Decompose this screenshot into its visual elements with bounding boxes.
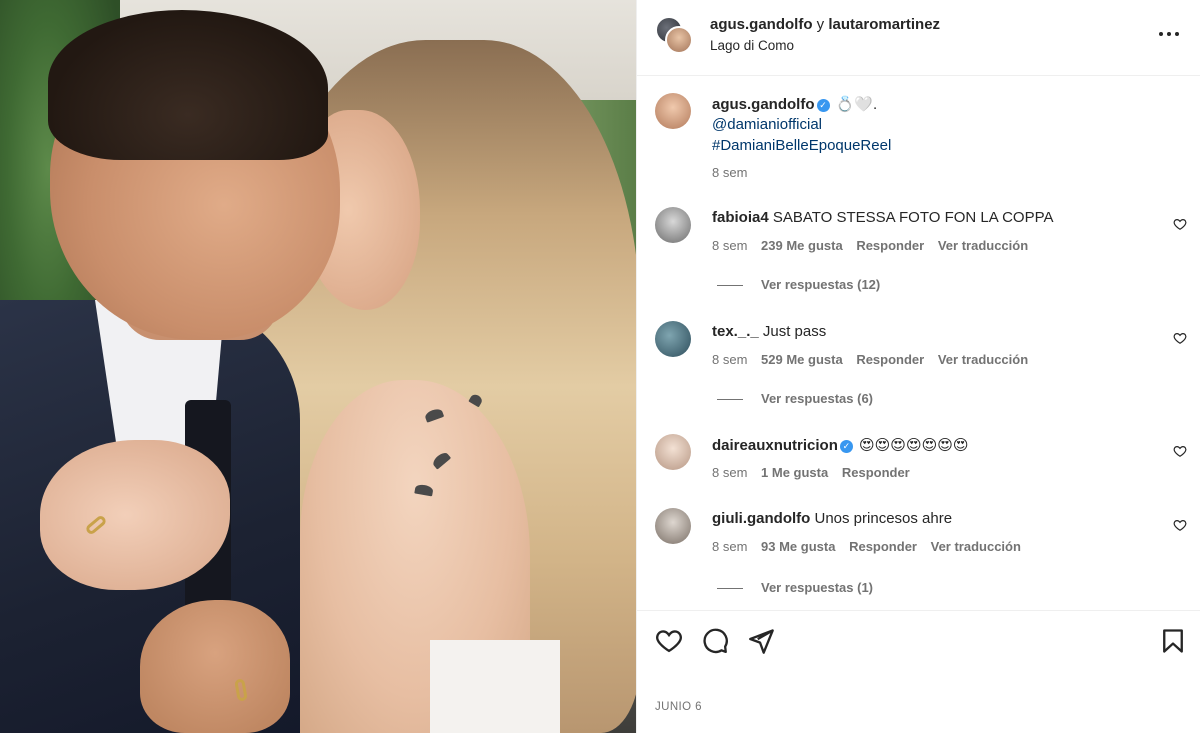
avatar[interactable] — [655, 93, 691, 129]
heart-icon[interactable] — [1173, 444, 1187, 458]
translate-button[interactable]: Ver traducción — [938, 238, 1028, 253]
comment-likes[interactable]: 239 Me gusta — [761, 238, 843, 253]
post-header: agus.gandolfo y lautaromartinez Lago di … — [637, 0, 1200, 76]
bookmark-icon[interactable] — [1159, 627, 1187, 655]
comment-username[interactable]: giuli.gandolfo — [712, 510, 810, 527]
reply-button[interactable]: Responder — [849, 539, 917, 554]
comment-bubble-icon[interactable] — [701, 627, 729, 655]
comment-line: fabioia4 SABATO STESSA FOTO FON LA COPPA — [712, 209, 1054, 226]
comment-meta: 8 sem 239 Me gusta Responder Ver traducc… — [712, 238, 1028, 253]
view-replies-button[interactable]: Ver respuestas (1) — [717, 580, 873, 595]
header-user2-link[interactable]: lautaromartinez — [828, 16, 940, 33]
avatar[interactable] — [655, 434, 691, 470]
caption-hashtag-link[interactable]: #DamianiBelleEpoqueReel — [712, 137, 891, 154]
header-user1-link[interactable]: agus.gandolfo — [710, 16, 813, 33]
comment-time[interactable]: 8 sem — [712, 352, 747, 367]
avatar[interactable] — [655, 207, 691, 243]
header-location[interactable]: Lago di Como — [710, 38, 794, 53]
header-usernames: agus.gandolfo y lautaromartinez — [710, 16, 940, 33]
comment-time[interactable]: 8 sem — [712, 238, 747, 253]
caption-username[interactable]: agus.gandolfo — [712, 96, 815, 113]
comment-username[interactable]: fabioia4 — [712, 209, 769, 226]
heart-icon[interactable] — [655, 627, 683, 655]
view-replies-label: Ver respuestas (1) — [761, 580, 874, 595]
header-avatars[interactable] — [655, 16, 695, 56]
view-replies-label: Ver respuestas (6) — [761, 391, 874, 406]
post-date[interactable]: JUNIO 6 — [655, 701, 702, 713]
avatar[interactable] — [655, 508, 691, 544]
comment-line: daireauxnutricion ✓ 😍😍😍😍😍😍😍 — [712, 436, 969, 454]
verified-badge-icon: ✓ — [816, 98, 830, 112]
comment-meta: 8 sem 93 Me gusta Responder Ver traducci… — [712, 539, 1021, 554]
paper-plane-icon[interactable] — [747, 627, 775, 655]
comment-likes[interactable]: 1 Me gusta — [761, 465, 828, 480]
post-photo[interactable] — [0, 0, 636, 733]
comment-username[interactable]: daireauxnutricion — [712, 437, 838, 454]
caption-line: agus.gandolfo ✓ 💍🤍. — [712, 95, 877, 113]
comment-likes[interactable]: 529 Me gusta — [761, 352, 843, 367]
comment-meta: 8 sem 529 Me gusta Responder Ver traducc… — [712, 352, 1028, 367]
translate-button[interactable]: Ver traducción — [931, 539, 1021, 554]
photo-woman-hand — [40, 440, 230, 590]
comment-text: 😍😍😍😍😍😍😍 — [859, 437, 969, 454]
comment-meta: 8 sem 1 Me gusta Responder — [712, 465, 910, 480]
comment-text: Unos princesos ahre — [814, 510, 953, 527]
comment-text: SABATO STESSA FOTO FON LA COPPA — [772, 209, 1054, 226]
post-actions: JUNIO 6 — [637, 610, 1200, 733]
comment-line: giuli.gandolfo Unos princesos ahre — [712, 510, 952, 527]
post-side-panel: agus.gandolfo y lautaromartinez Lago di … — [636, 0, 1200, 733]
comment-username[interactable]: tex._._ — [712, 323, 759, 340]
view-replies-button[interactable]: Ver respuestas (6) — [717, 391, 873, 406]
comment-time[interactable]: 8 sem — [712, 465, 747, 480]
comment-line: tex._._ Just pass — [712, 323, 826, 340]
more-horizontal-icon[interactable] — [1159, 28, 1183, 40]
view-replies-button[interactable]: Ver respuestas (12) — [717, 277, 880, 292]
heart-icon[interactable] — [1173, 331, 1187, 345]
comments-list[interactable]: agus.gandolfo ✓ 💍🤍. @damianiofficial #Dam… — [637, 77, 1200, 610]
photo-dress — [430, 640, 560, 733]
reply-button[interactable]: Responder — [842, 465, 910, 480]
caption-mention-link[interactable]: @damianiofficial — [712, 116, 822, 133]
avatar[interactable] — [665, 26, 693, 54]
photo-man-hand — [140, 600, 290, 733]
header-connector: y — [816, 16, 825, 33]
comment-likes[interactable]: 93 Me gusta — [761, 539, 835, 554]
view-replies-label: Ver respuestas (12) — [761, 277, 881, 292]
heart-icon[interactable] — [1173, 518, 1187, 532]
avatar[interactable] — [655, 321, 691, 357]
reply-button[interactable]: Responder — [856, 352, 924, 367]
photo-man-hair — [48, 10, 328, 160]
reply-button[interactable]: Responder — [856, 238, 924, 253]
verified-badge-icon: ✓ — [839, 439, 853, 453]
caption-time[interactable]: 8 sem — [712, 165, 747, 180]
caption-text: 💍🤍. — [835, 96, 878, 113]
comment-time[interactable]: 8 sem — [712, 539, 747, 554]
heart-icon[interactable] — [1173, 217, 1187, 231]
comment-text: Just pass — [762, 323, 827, 340]
translate-button[interactable]: Ver traducción — [938, 352, 1028, 367]
